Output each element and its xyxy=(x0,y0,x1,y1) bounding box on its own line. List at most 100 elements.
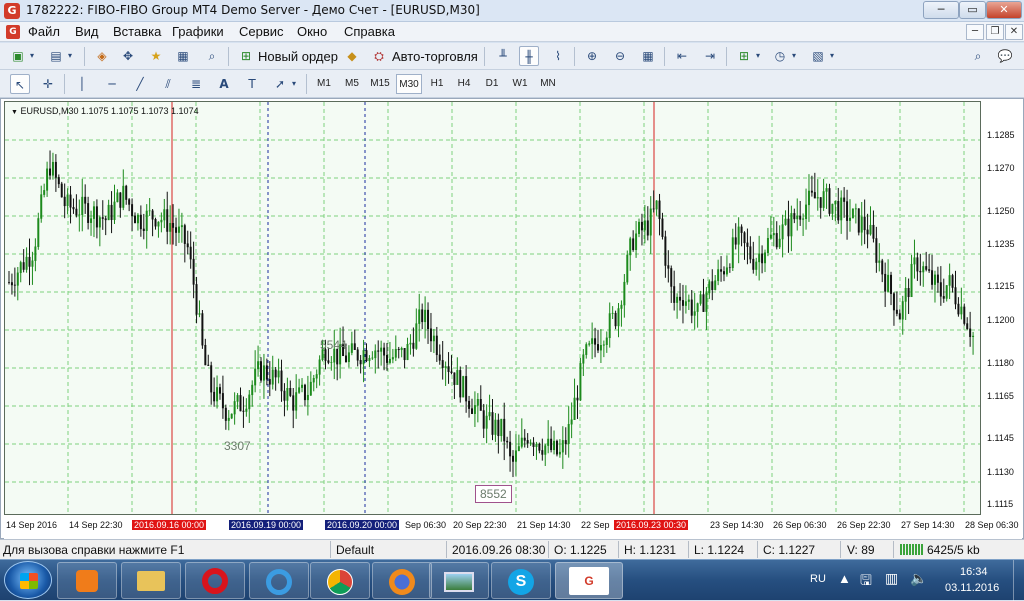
time-label-marker: 2016.09.16 00:00 xyxy=(132,520,207,530)
chevron-down-icon[interactable]: ▾ xyxy=(788,46,800,66)
vertical-line-icon[interactable]: │ xyxy=(72,74,92,94)
autotrade-button[interactable]: Авто-торговля xyxy=(392,49,478,64)
clock-date[interactable]: 03.11.2016 xyxy=(945,582,999,594)
menu-view[interactable]: Вид xyxy=(75,24,99,39)
taskbar-photos[interactable] xyxy=(429,562,489,599)
timeframe-mn[interactable]: MN xyxy=(535,74,561,94)
tester-icon[interactable]: ⌕ xyxy=(202,46,222,66)
start-button[interactable] xyxy=(4,561,52,599)
chevron-down-icon[interactable]: ▾ xyxy=(826,46,838,66)
search-icon[interactable]: ⌕ xyxy=(968,46,988,66)
chevron-down-icon[interactable]: ▾ xyxy=(288,74,300,94)
autotrade-icon[interactable]: ⛭ xyxy=(369,46,389,66)
timeframe-m15[interactable]: M15 xyxy=(367,74,393,94)
mdi-restore-button[interactable]: ❐ xyxy=(986,24,1004,40)
show-desktop-button[interactable] xyxy=(1013,560,1024,601)
market-watch-icon[interactable]: ◈ xyxy=(92,46,112,66)
time-label: 22 Sep xyxy=(581,520,610,530)
clock-time[interactable]: 16:34 xyxy=(960,566,988,578)
price-label: 1.1250 xyxy=(987,206,1015,216)
price-chart[interactable] xyxy=(5,102,980,514)
chevron-down-icon[interactable]: ▾ xyxy=(64,46,76,66)
menu-window[interactable]: Окно xyxy=(297,24,327,39)
text-label-icon[interactable]: T xyxy=(242,74,262,94)
metaeditor-icon[interactable]: ◆ xyxy=(342,46,362,66)
maximize-button[interactable]: ▭ xyxy=(959,1,986,19)
chart-symbol-info: EURUSD,M30 1.1075 1.1075 1.1073 1.1074 xyxy=(20,106,199,116)
mdi-minimize-button[interactable]: ─ xyxy=(966,24,984,40)
text-icon[interactable]: A xyxy=(214,74,234,94)
timeframe-m1[interactable]: M1 xyxy=(312,74,336,94)
navigator-icon[interactable]: ✥ xyxy=(118,46,138,66)
equidistant-channel-icon[interactable]: ⫽ xyxy=(158,74,178,94)
time-label: 26 Sep 06:30 xyxy=(773,520,827,530)
terminal-icon[interactable]: ▦ xyxy=(173,46,193,66)
horizontal-line-icon[interactable]: ─ xyxy=(102,74,122,94)
arrows-icon[interactable]: ➚ xyxy=(270,74,290,94)
cursor-icon[interactable]: ↖ xyxy=(10,74,30,94)
chevron-down-icon[interactable]: ▾ xyxy=(26,46,38,66)
close-button[interactable]: ✕ xyxy=(986,1,1022,19)
chart-shift-icon[interactable]: ⇥ xyxy=(700,46,720,66)
autoscroll-icon[interactable]: ⇤ xyxy=(672,46,692,66)
taskbar-firefox[interactable] xyxy=(372,562,432,599)
taskbar-media-player[interactable] xyxy=(57,562,117,599)
tile-windows-icon[interactable]: ▦ xyxy=(638,46,658,66)
status-traffic: 6425/5 kb xyxy=(927,543,980,557)
document-icon[interactable]: G xyxy=(6,25,20,39)
internet-explorer-icon xyxy=(266,569,292,595)
new-chart-icon[interactable]: ▣ xyxy=(8,46,28,66)
folder-icon xyxy=(137,571,165,591)
crosshair-icon[interactable]: ✛ xyxy=(38,74,58,94)
menu-insert[interactable]: Вставка xyxy=(113,24,161,39)
minimize-button[interactable]: ─ xyxy=(923,1,959,19)
menu-help[interactable]: Справка xyxy=(344,24,395,39)
menu-tools[interactable]: Сервис xyxy=(239,24,284,39)
volume-icon[interactable]: 🔈 xyxy=(910,570,927,587)
taskbar-skype[interactable]: S xyxy=(491,562,551,599)
taskbar-chrome[interactable] xyxy=(310,562,370,599)
menu-file[interactable]: Файл xyxy=(28,24,60,39)
bar-chart-icon[interactable]: ╨ xyxy=(493,46,513,66)
indicators-icon[interactable]: ⊞ xyxy=(734,46,754,66)
periods-icon[interactable]: ◷ xyxy=(770,46,790,66)
chat-icon[interactable]: 💬 xyxy=(995,46,1015,66)
favorites-icon[interactable]: ★ xyxy=(146,46,166,66)
menu-charts[interactable]: Графики xyxy=(172,24,224,39)
timeframe-h4[interactable]: H4 xyxy=(452,74,476,94)
taskbar-opera[interactable] xyxy=(185,562,245,599)
fibonacci-icon[interactable]: ≣ xyxy=(186,74,206,94)
usb-icon[interactable]: 🖫 xyxy=(860,570,872,594)
timeframe-m30[interactable]: M30 xyxy=(396,74,422,94)
line-chart-icon[interactable]: ⌇ xyxy=(548,46,568,66)
timeframe-d1[interactable]: D1 xyxy=(480,74,504,94)
wave-label-5544: 5544 xyxy=(320,338,347,352)
status-volume: V: 89 xyxy=(847,543,875,557)
taskbar-fibogroup[interactable]: G xyxy=(555,562,623,599)
show-hidden-icons[interactable]: ▲ xyxy=(838,571,851,586)
network-icon[interactable]: ▥ xyxy=(885,570,898,587)
chart-plot-area[interactable]: ▼ EURUSD,M30 1.1075 1.1075 1.1073 1.1074… xyxy=(4,101,981,515)
time-label-marker: 2016.09.19 00:00 xyxy=(229,520,304,530)
taskbar-explorer[interactable] xyxy=(121,562,181,599)
mdi-close-button[interactable]: ✕ xyxy=(1005,24,1023,40)
fibogroup-icon: G xyxy=(569,567,609,595)
price-label: 1.1115 xyxy=(987,499,1014,509)
zoom-out-icon[interactable]: ⊖ xyxy=(610,46,630,66)
timeframe-m5[interactable]: M5 xyxy=(340,74,364,94)
taskbar-ie[interactable] xyxy=(249,562,309,599)
templates-icon[interactable]: ▧ xyxy=(808,46,828,66)
chart-header: ▼ EURUSD,M30 1.1075 1.1075 1.1073 1.1074 xyxy=(11,106,199,116)
candlestick-icon[interactable]: ╫ xyxy=(519,46,539,66)
chart-window[interactable]: ▼ EURUSD,M30 1.1075 1.1075 1.1073 1.1074… xyxy=(0,98,1024,539)
wave-label-8552: 8552 xyxy=(475,485,512,503)
timeframe-h1[interactable]: H1 xyxy=(425,74,449,94)
trendline-icon[interactable]: ╱ xyxy=(130,74,150,94)
timeframe-w1[interactable]: W1 xyxy=(508,74,532,94)
new-order-icon[interactable]: ⊞ xyxy=(236,46,256,66)
profiles-icon[interactable]: ▤ xyxy=(46,46,66,66)
chevron-down-icon[interactable]: ▾ xyxy=(752,46,764,66)
new-order-button[interactable]: Новый ордер xyxy=(258,49,338,64)
zoom-in-icon[interactable]: ⊕ xyxy=(582,46,602,66)
language-indicator[interactable]: RU xyxy=(810,573,826,585)
